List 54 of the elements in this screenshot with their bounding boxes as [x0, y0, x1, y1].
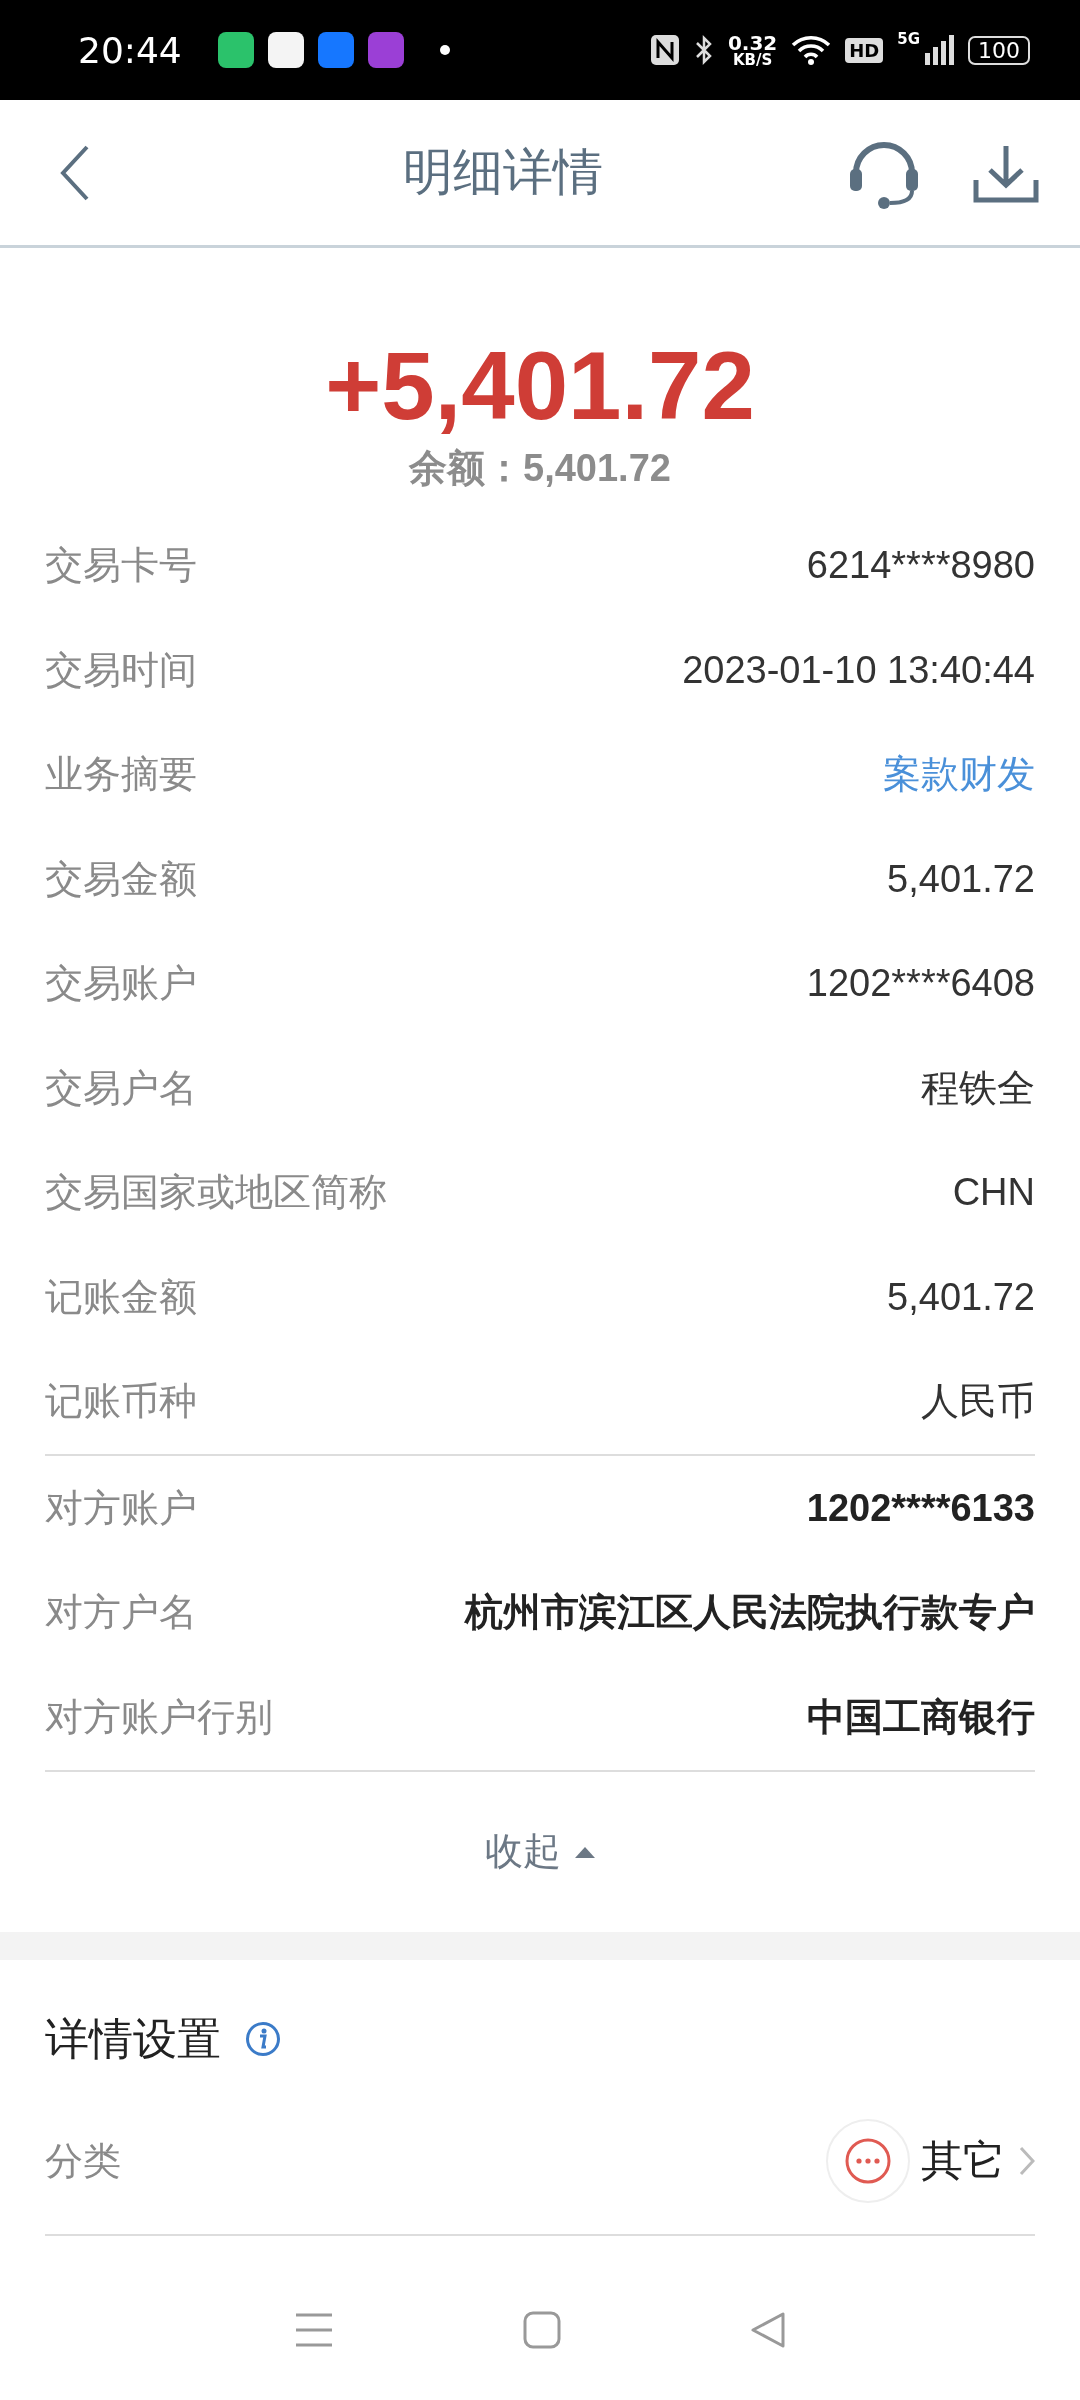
- row-label: 交易户名: [45, 1064, 197, 1112]
- row-value: CHN: [952, 1171, 1035, 1215]
- row-label: 交易金额: [45, 855, 197, 903]
- home-icon[interactable]: [523, 2311, 561, 2349]
- more-icon: [825, 2118, 911, 2205]
- app-icon: [267, 32, 304, 68]
- hd-badge: HD: [845, 37, 884, 63]
- row-value: 1202****6133: [806, 1486, 1035, 1530]
- section-title: 详情设置: [45, 2011, 221, 2066]
- row-label: 业务摘要: [45, 751, 197, 799]
- app-icon: [317, 32, 354, 68]
- row-label: 交易卡号: [45, 542, 197, 590]
- row-label: 记账金额: [45, 1273, 197, 1321]
- row-value: 人民币: [921, 1379, 1035, 1425]
- caret-up-icon: [575, 1845, 595, 1858]
- row-label: 交易时间: [45, 646, 197, 694]
- chevron-right-icon: [1019, 2146, 1035, 2177]
- wifi-icon: [791, 34, 832, 66]
- category-value[interactable]: 其它: [921, 2133, 1005, 2190]
- row-label: 对方户名: [45, 1589, 197, 1637]
- row-value: 1202****6408: [806, 962, 1035, 1006]
- page-title: 明细详情: [402, 142, 604, 203]
- back-icon[interactable]: [749, 2311, 786, 2349]
- row-value: 杭州市滨江区人民法院执行款专户: [465, 1590, 1035, 1636]
- battery-level: 100: [968, 35, 1030, 65]
- row-value: 5,401.72: [887, 857, 1035, 901]
- row-label: 交易账户: [45, 960, 197, 1008]
- network-type: 5G: [897, 30, 920, 48]
- network-speed-unit: KB/S: [732, 52, 773, 68]
- row-value: 中国工商银行: [807, 1694, 1035, 1740]
- app-icon: [217, 32, 254, 68]
- row-value: 程铁全: [921, 1065, 1035, 1111]
- clock: 20:44: [78, 29, 182, 71]
- row-value: 6214****8980: [806, 544, 1035, 588]
- collapse-button[interactable]: 收起: [479, 1771, 601, 1932]
- menu-icon[interactable]: [294, 2312, 335, 2348]
- row-value: 2023-01-10 13:40:44: [682, 648, 1035, 692]
- row-label: 对方账户: [45, 1484, 197, 1532]
- notification-dot: [439, 45, 450, 55]
- balance-text: 余额：5,401.72: [409, 445, 671, 491]
- row-label: 对方账户行别: [45, 1693, 273, 1741]
- bluetooth-icon: [693, 34, 714, 66]
- row-label: 记账币种: [45, 1378, 197, 1426]
- back-button[interactable]: [60, 144, 90, 201]
- value-link[interactable]: 案款财发: [883, 749, 1035, 801]
- signal-icon: [924, 35, 954, 65]
- row-value: 5,401.72: [887, 1275, 1035, 1319]
- info-icon[interactable]: [245, 2021, 281, 2058]
- network-speed: 0.32: [727, 32, 778, 53]
- nfc-icon: [649, 34, 680, 66]
- row-label: 分类: [45, 2137, 121, 2185]
- transaction-amount: +5,401.72: [325, 333, 755, 439]
- app-icon: [367, 32, 404, 68]
- row-label: 交易国家或地区简称: [45, 1169, 387, 1217]
